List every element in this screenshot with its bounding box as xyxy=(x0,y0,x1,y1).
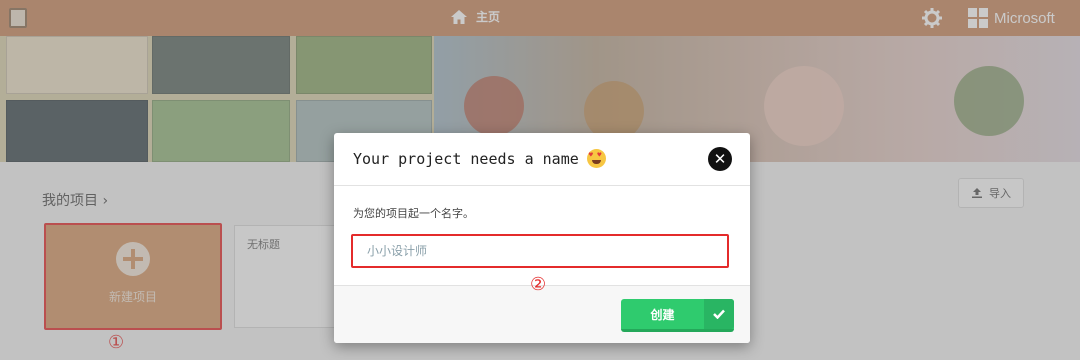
name-prompt-label: 为您的项目起一个名字。 xyxy=(353,207,474,220)
create-label: 创建 xyxy=(650,307,675,322)
project-name-input[interactable] xyxy=(351,234,729,268)
dialog-header: Your project needs a name ✕ xyxy=(334,133,750,186)
close-button[interactable]: ✕ xyxy=(708,147,732,171)
name-project-dialog: Your project needs a name ✕ 为您的项目起一个名字。 … xyxy=(334,133,750,343)
create-button[interactable]: 创建 xyxy=(621,299,734,332)
heart-eyes-emoji-icon xyxy=(586,149,606,168)
dialog-title: Your project needs a name xyxy=(353,149,606,168)
close-icon: ✕ xyxy=(713,150,727,168)
dialog-body: 为您的项目起一个名字。 xyxy=(334,187,750,285)
dialog-title-text: Your project needs a name xyxy=(353,149,579,168)
check-icon xyxy=(704,299,734,329)
annotation-number-2: ② xyxy=(530,274,547,295)
